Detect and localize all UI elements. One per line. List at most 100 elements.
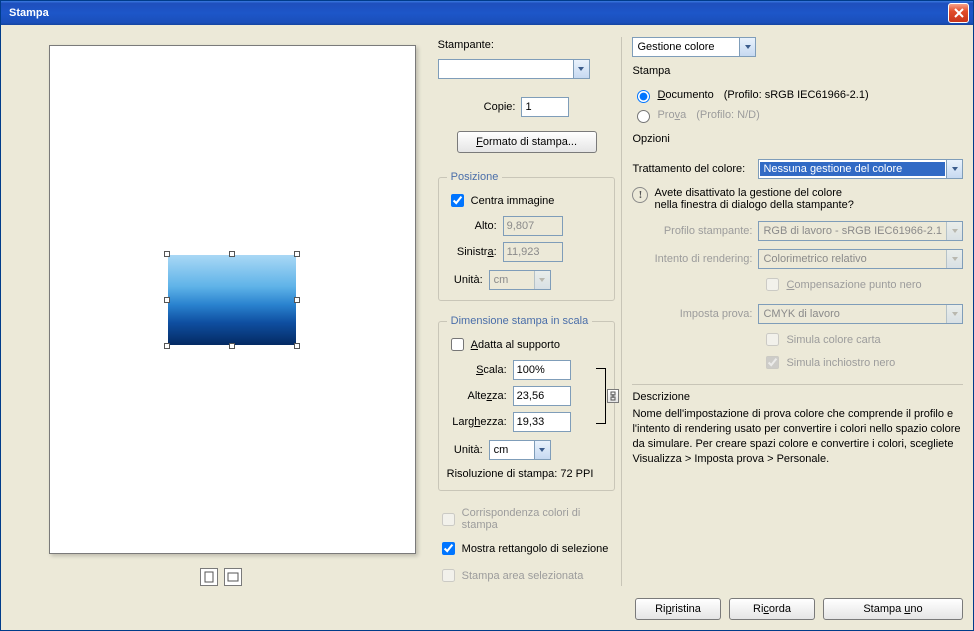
copies-input[interactable] (521, 97, 569, 117)
portrait-button[interactable] (200, 568, 218, 586)
pos-unit-select: cm (489, 270, 551, 290)
section-select[interactable]: Gestione colore (632, 37, 756, 57)
descrizione-text: Nome dell'impostazione di prova colore c… (632, 403, 963, 586)
fit-media-label: Adatta al supporto (471, 339, 560, 351)
landscape-button[interactable] (224, 568, 242, 586)
show-bbox-checkbox[interactable]: Mostra rettangolo di selezione (438, 539, 616, 558)
pos-unit-value: cm (490, 274, 534, 286)
center-image-label: Centra immagine (471, 195, 555, 207)
titlebar[interactable]: Stampa (1, 1, 973, 25)
portrait-icon (204, 571, 214, 583)
dim-unit-select[interactable]: cm (489, 440, 551, 460)
simula-inchiostro-checkbox: Simula inchiostro nero (762, 353, 963, 372)
position-fieldset: Posizione Centra immagine Alto: Sinistra… (438, 171, 616, 301)
resize-handle[interactable] (229, 343, 235, 349)
simula-carta-label: Simula colore carta (786, 334, 880, 346)
intento-value: Colorimetrico relativo (759, 253, 946, 265)
trattamento-value: Nessuna gestione del colore (760, 162, 945, 176)
trattamento-label: Trattamento del colore: (632, 163, 752, 175)
descrizione-heading: Descrizione (632, 384, 963, 403)
dialog-body: Stampante: Copie: Formato di stampa... P… (1, 25, 973, 592)
imposta-prova-select: CMYK di lavoro (758, 304, 963, 324)
resize-handle[interactable] (294, 251, 300, 257)
print-selection-checkbox: Stampa area selezionata (438, 566, 616, 585)
print-selection-input (442, 569, 455, 582)
simula-carta-input (766, 333, 779, 346)
print-dialog: Stampa (0, 0, 974, 631)
resize-handle[interactable] (164, 251, 170, 257)
match-colors-input (442, 513, 455, 526)
close-button[interactable] (948, 3, 969, 23)
intento-select: Colorimetrico relativo (758, 249, 963, 269)
reset-button[interactable]: Ripristina (635, 598, 721, 620)
stampa-heading: Stampa (632, 65, 963, 77)
page-setup-button[interactable]: Formato di stampa... (457, 131, 597, 153)
compensazione-checkbox: Compensazione punto nero (762, 275, 963, 294)
link-bracket (596, 368, 606, 424)
prova-radio-input[interactable] (637, 110, 650, 123)
dim-unit-label: Unità: (447, 444, 483, 456)
center-image-checkbox[interactable]: Centra immagine (447, 191, 607, 210)
resize-handle[interactable] (294, 297, 300, 303)
fit-media-checkbox[interactable]: Adatta al supporto (447, 335, 607, 354)
scale-input[interactable] (513, 360, 571, 380)
preview-image[interactable] (168, 255, 296, 345)
copies-label: Copie: (484, 101, 516, 113)
center-image-input[interactable] (451, 194, 464, 207)
preview-frame[interactable] (49, 45, 416, 554)
top-input (503, 216, 563, 236)
remember-button[interactable]: Ricorda (729, 598, 815, 620)
opzioni-heading: Opzioni (632, 133, 963, 145)
chevron-down-icon (946, 160, 962, 178)
simula-carta-checkbox: Simula colore carta (762, 330, 963, 349)
documento-radio-input[interactable] (637, 90, 650, 103)
color-column: Gestione colore Stampa Documento (Profil… (621, 37, 963, 586)
width-input[interactable] (513, 412, 571, 432)
link-toggle[interactable] (607, 389, 619, 403)
chain-icon (609, 391, 617, 401)
warning-icon: ! (632, 187, 648, 203)
section-select-value: Gestione colore (633, 41, 739, 53)
simula-inchiostro-label: Simula inchiostro nero (786, 357, 895, 369)
resize-handle[interactable] (164, 297, 170, 303)
printer-select[interactable] (438, 59, 590, 79)
match-colors-checkbox: Corrispondenza colori di stampa (438, 507, 616, 531)
dialog-footer: Ripristina Ricorda Stampa uno (1, 592, 973, 630)
documento-label: Documento (657, 89, 713, 101)
warning-text: Avete disattivato la gestione del colore… (654, 187, 853, 211)
prova-profile: (Profilo: N/D) (696, 109, 760, 121)
preview-image-content (168, 255, 296, 345)
print-one-button[interactable]: Stampa uno (823, 598, 963, 620)
resize-handle[interactable] (294, 343, 300, 349)
dim-unit-value: cm (490, 444, 534, 456)
documento-profile: (Profilo: sRGB IEC61966-2.1) (724, 89, 869, 101)
pos-unit-label: Unità: (447, 274, 483, 286)
chevron-down-icon (739, 38, 755, 56)
show-bbox-input[interactable] (442, 542, 455, 555)
scaled-size-fieldset: Dimensione stampa in scala Adatta al sup… (438, 315, 616, 491)
width-label: Larghezza: (447, 416, 507, 428)
profilo-stampante-value: RGB di lavoro - sRGB IEC61966-2.1 (759, 225, 946, 237)
position-legend: Posizione (447, 171, 503, 183)
height-label: Altezza: (447, 390, 507, 402)
left-input (503, 242, 563, 262)
fit-media-input[interactable] (451, 338, 464, 351)
close-icon (954, 8, 964, 18)
chevron-down-icon (946, 222, 962, 240)
resize-handle[interactable] (229, 251, 235, 257)
height-input[interactable] (513, 386, 571, 406)
prova-radio[interactable]: Prova (Profilo: N/D) (632, 107, 963, 123)
settings-column: Stampante: Copie: Formato di stampa... P… (438, 37, 616, 586)
show-bbox-label: Mostra rettangolo di selezione (462, 543, 609, 555)
simula-inchiostro-input (766, 356, 779, 369)
top-label: Alto: (447, 220, 497, 232)
profilo-stampante-select: RGB di lavoro - sRGB IEC61966-2.1 (758, 221, 963, 241)
chevron-down-icon (946, 250, 962, 268)
landscape-icon (227, 572, 239, 582)
documento-radio[interactable]: Documento (Profilo: sRGB IEC61966-2.1) (632, 87, 963, 103)
resize-handle[interactable] (164, 343, 170, 349)
printer-label: Stampante: (438, 39, 616, 51)
intento-label: Intento di rendering: (632, 253, 752, 265)
trattamento-select[interactable]: Nessuna gestione del colore (758, 159, 963, 179)
match-colors-label: Corrispondenza colori di stampa (462, 507, 616, 531)
